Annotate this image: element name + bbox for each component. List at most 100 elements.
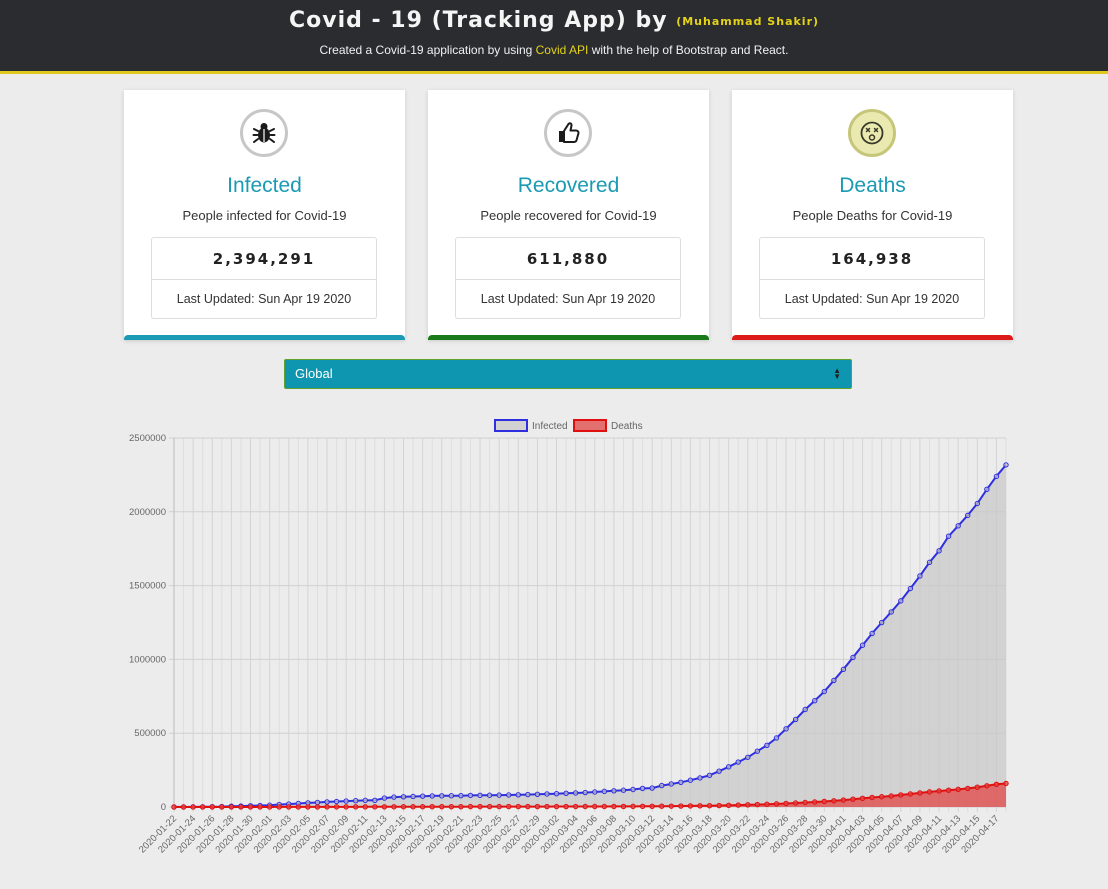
data-point-deaths [639, 803, 646, 810]
legend-label-deaths: Deaths [611, 421, 643, 432]
data-point-infected [687, 777, 694, 783]
data-point-deaths [850, 796, 856, 802]
data-point-infected [792, 716, 799, 723]
stat-box: 2,394,291 Last Updated: Sun Apr 19 2020 [151, 237, 377, 319]
data-point-deaths [878, 794, 885, 800]
data-point-deaths [199, 804, 206, 810]
legend-label-infected: Infected [532, 421, 568, 432]
data-point-deaths [1003, 780, 1009, 787]
data-point-infected [878, 619, 885, 626]
data-point-infected [859, 642, 866, 648]
data-point-deaths [448, 803, 455, 810]
data-point-infected [525, 791, 531, 798]
data-point-infected [400, 794, 407, 800]
data-point-deaths [697, 803, 703, 809]
data-point-infected [974, 500, 981, 507]
data-point-deaths [792, 800, 799, 806]
data-point-deaths [247, 804, 254, 810]
data-point-deaths [716, 802, 722, 809]
data-point-infected [840, 666, 847, 673]
country-select[interactable]: Global ▲ ▼ [284, 359, 852, 389]
data-point-deaths [525, 803, 531, 810]
select-arrow-icon: ▲ ▼ [833, 360, 841, 388]
data-point-infected [544, 791, 550, 797]
covid-api-link[interactable]: Covid API [536, 43, 589, 57]
stat-box: 611,880 Last Updated: Sun Apr 19 2020 [455, 237, 681, 319]
data-point-deaths [888, 793, 894, 799]
data-point-deaths [506, 803, 512, 810]
data-point-deaths [965, 785, 971, 792]
data-point-infected [831, 677, 837, 684]
author-name: (Muhammad Shakir) [676, 15, 820, 28]
select-arrow-down-icon: ▼ [833, 372, 841, 381]
data-point-deaths [783, 800, 789, 807]
app-subtitle: Created a Covid-19 application by using … [0, 43, 1108, 57]
data-point-deaths [945, 787, 952, 793]
data-point-infected [611, 788, 617, 794]
data-point-infected [314, 799, 321, 806]
data-point-infected [534, 791, 541, 798]
data-point-deaths [190, 804, 196, 810]
data-point-infected [898, 598, 904, 604]
card-accent-bar [732, 335, 1013, 340]
data-point-infected [553, 790, 560, 797]
data-point-deaths [563, 803, 569, 810]
data-point-infected [372, 797, 378, 804]
data-point-deaths [840, 797, 847, 803]
data-point-infected [343, 798, 349, 804]
card-accent-bar [428, 335, 709, 340]
data-point-infected [812, 698, 818, 704]
app-header: Covid - 19 (Tracking App) by (Muhammad S… [0, 0, 1108, 74]
data-point-deaths [572, 803, 579, 810]
data-point-deaths [687, 803, 694, 809]
data-point-infected [477, 792, 483, 799]
app-title: Covid - 19 (Tracking App) by (Muhammad S… [0, 8, 1108, 33]
dizzy-face-icon [848, 109, 896, 157]
data-point-infected [965, 512, 971, 519]
data-point-infected [869, 630, 875, 637]
data-point-infected [391, 794, 397, 800]
data-point-infected [735, 759, 741, 765]
data-point-infected [697, 775, 703, 781]
data-point-deaths [802, 799, 808, 806]
data-point-deaths [477, 803, 483, 810]
legend-swatch-infected [494, 419, 528, 432]
card-description: People infected for Covid-19 [182, 208, 347, 223]
data-point-deaths [180, 804, 187, 810]
y-tick-label: 500000 [134, 728, 166, 739]
data-point-infected [448, 793, 455, 799]
data-point-infected [993, 473, 1000, 480]
data-point-deaths [754, 801, 761, 808]
bug-icon [240, 109, 288, 157]
card-title: Infected [227, 174, 302, 197]
country-select-value: Global [295, 366, 333, 381]
data-point-deaths [735, 802, 741, 808]
data-point-deaths [764, 801, 770, 807]
data-point-deaths [276, 804, 282, 810]
data-point-deaths [869, 794, 875, 801]
data-point-infected [936, 548, 942, 554]
data-point-infected [458, 792, 464, 799]
data-point-deaths [372, 804, 378, 810]
data-point-infected [802, 706, 808, 713]
data-point-infected [659, 782, 665, 789]
data-point-infected [620, 787, 627, 793]
data-point-deaths [620, 803, 627, 810]
data-point-infected [773, 735, 780, 741]
data-point-deaths [486, 803, 493, 810]
data-point-infected [630, 786, 636, 793]
data-point-deaths [286, 804, 292, 810]
data-point-deaths [295, 804, 302, 810]
data-point-deaths [859, 795, 866, 802]
data-point-infected [745, 754, 751, 760]
data-point-infected [955, 523, 961, 529]
data-point-infected [926, 559, 933, 566]
data-point-infected [353, 797, 359, 804]
data-point-infected [754, 748, 761, 754]
data-point-deaths [974, 784, 981, 790]
data-point-infected [984, 486, 990, 493]
data-point-infected [639, 785, 646, 792]
data-point-infected [496, 792, 502, 798]
data-point-infected [515, 792, 521, 798]
data-point-infected [783, 726, 789, 732]
